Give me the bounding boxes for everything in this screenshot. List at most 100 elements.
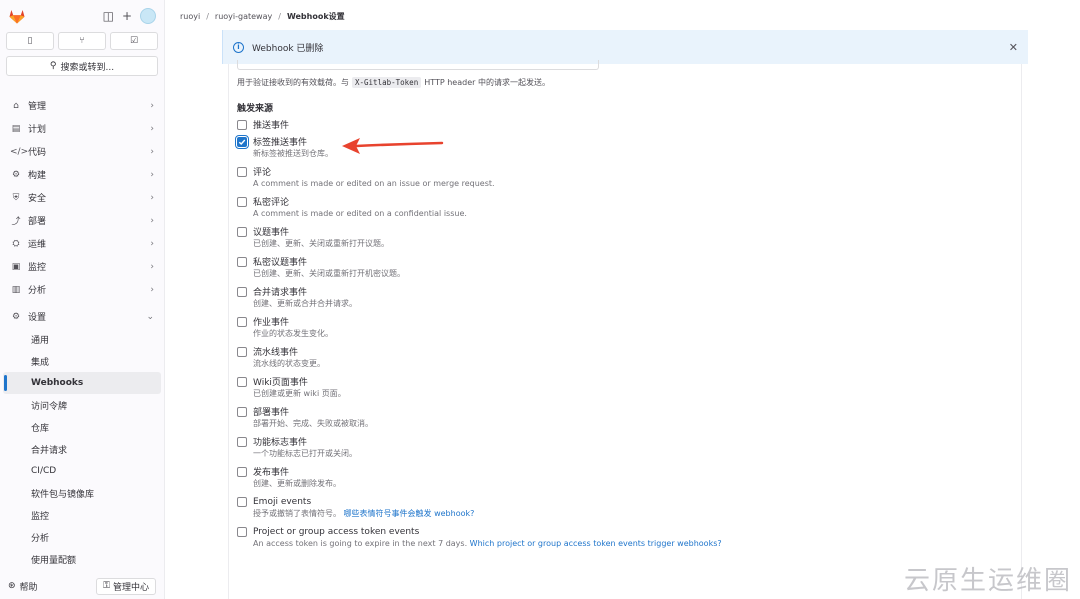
trigger-label[interactable]: Wiki页面事件 [253, 375, 308, 388]
trigger-description: 已创建、更新、关闭或重新打开议题。 [253, 238, 1021, 249]
trigger-option: 评论 A comment is made or edited on an issu… [237, 165, 1021, 189]
trigger-checkbox[interactable] [237, 436, 247, 447]
trigger-checkbox[interactable] [237, 196, 247, 207]
breadcrumb-item[interactable]: ruoyi [180, 12, 200, 21]
chevron-down-icon: ⌄ [146, 311, 154, 322]
sidebar-toggle-icon[interactable]: ◫ [103, 10, 114, 22]
trigger-help-link[interactable]: Which project or group access token even… [470, 539, 722, 548]
trigger-description: 已创建、更新、关闭或重新打开机密议题。 [253, 268, 1021, 279]
settings-subitem[interactable]: 监控 [3, 504, 161, 526]
trigger-option: 私密议题事件 已创建、更新、关闭或重新打开机密议题。 [237, 255, 1021, 279]
sidebar-item-settings[interactable]: ⚙ 设置 ⌄ [0, 305, 164, 328]
trigger-row: Wiki页面事件 [237, 375, 1021, 388]
sidebar-item[interactable]: ▥ 分析 › [0, 278, 164, 301]
secret-token-input[interactable] [237, 60, 599, 70]
todo-button[interactable]: ☑ [110, 32, 158, 50]
trigger-checkbox[interactable] [237, 166, 247, 177]
trigger-label[interactable]: Project or group access token events [253, 527, 419, 537]
trigger-label[interactable]: Emoji events [253, 497, 311, 507]
trigger-label[interactable]: 推送事件 [253, 118, 289, 131]
settings-subitem[interactable]: 合并请求 [3, 438, 161, 460]
trigger-list: 推送事件 标签推送事件 新标签被推送到仓库。 评论 A comment is made … [235, 118, 1021, 549]
settings-subitem[interactable]: 集成 [3, 350, 161, 372]
trigger-desc-text: An access token is going to expire in th… [253, 539, 468, 548]
settings-icon: ⚙ [11, 311, 21, 322]
todo-icon: ☑ [129, 36, 139, 46]
trigger-label[interactable]: 私密议题事件 [253, 255, 307, 268]
nav-icon: </> [10, 146, 29, 157]
settings-subitem[interactable]: Webhooks [3, 372, 161, 394]
settings-subitem[interactable]: 分析 [3, 526, 161, 548]
trigger-label[interactable]: 私密评论 [253, 195, 289, 208]
help-button[interactable]: ⊛ 帮助 [8, 580, 38, 593]
trigger-checkbox[interactable] [237, 256, 247, 267]
info-icon: i [233, 41, 244, 53]
sidebar-item[interactable]: ⌂ 管理 › [0, 94, 164, 117]
token-help-after: HTTP header 中的请求一起发送。 [424, 78, 550, 87]
trigger-label[interactable]: 流水线事件 [253, 345, 298, 358]
trigger-desc-text: A comment is made or edited on a confide… [253, 209, 467, 218]
trigger-description: A comment is made or edited on a confide… [253, 208, 1021, 219]
settings-subitem[interactable]: 使用量配额 [3, 548, 161, 570]
plus-icon[interactable]: + [122, 10, 132, 22]
trigger-row: 议题事件 [237, 225, 1021, 238]
trigger-checkbox[interactable] [237, 496, 247, 507]
sidebar-item[interactable]: </> 代码 › [0, 140, 164, 163]
settings-subitem[interactable]: 通用 [3, 328, 161, 350]
trigger-description: 授予或撤销了表情符号。 哪些表情符号事件会触发 webhook? [253, 508, 1021, 519]
trigger-checkbox[interactable] [237, 346, 247, 357]
trigger-option: Wiki页面事件 已创建或更新 wiki 页面。 [237, 375, 1021, 399]
trigger-desc-text: 授予或撤销了表情符号。 [253, 509, 341, 518]
chevron-right-icon: › [150, 169, 154, 180]
trigger-checkbox[interactable] [237, 286, 247, 297]
sidebar-item[interactable]: ▣ 监控 › [0, 255, 164, 278]
search-button[interactable]: ⚲ 搜索或转到... [6, 56, 158, 76]
trigger-option: 作业事件 作业的状态发生变化。 [237, 315, 1021, 339]
trigger-checkbox[interactable] [237, 226, 247, 237]
sidebar-item-label: 计划 [28, 125, 47, 135]
trigger-checkbox[interactable] [237, 119, 247, 130]
sidebar-item[interactable]: ⛨ 安全 › [0, 186, 164, 209]
issues-button[interactable]: ▯ [6, 32, 54, 50]
trigger-label[interactable]: 议题事件 [253, 225, 289, 238]
settings-subitem[interactable]: 访问令牌 [3, 394, 161, 416]
trigger-desc-text: 创建、更新或合并合并请求。 [253, 299, 357, 308]
trigger-checkbox[interactable] [237, 376, 247, 387]
search-icon: ⚲ [49, 61, 57, 71]
gitlab-logo-icon[interactable] [8, 7, 26, 25]
trigger-label[interactable]: 评论 [253, 165, 271, 178]
quick-actions: ▯ ⑂ ☑ [0, 32, 164, 50]
trigger-checkbox[interactable] [237, 316, 247, 327]
trigger-desc-text: 作业的状态发生变化。 [253, 329, 333, 338]
sidebar-item[interactable]: ⛭ 运维 › [0, 232, 164, 255]
trigger-checkbox[interactable] [237, 406, 247, 417]
admin-label: 管理中心 [112, 582, 149, 593]
breadcrumb-current[interactable]: Webhook设置 [287, 11, 345, 22]
trigger-checkbox[interactable] [237, 466, 247, 477]
admin-area-button[interactable]: ⚿ 管理中心 [96, 577, 156, 595]
breadcrumb-item[interactable]: ruoyi-gateway [215, 12, 272, 21]
close-icon[interactable]: ✕ [1009, 41, 1018, 54]
sidebar-item[interactable]: ⤴ 部署 › [0, 209, 164, 232]
trigger-desc-text: 一个功能标志已打开或关闭。 [253, 449, 357, 458]
merge-request-button[interactable]: ⑂ [58, 32, 106, 50]
trigger-checkbox[interactable] [237, 526, 247, 537]
sidebar-item[interactable]: ⚙ 构建 › [0, 163, 164, 186]
settings-subitem[interactable]: 软件包与镜像库 [3, 482, 161, 504]
avatar[interactable] [140, 8, 156, 24]
trigger-help-link[interactable]: 哪些表情符号事件会触发 webhook? [344, 509, 475, 518]
sidebar-item[interactable]: ▤ 计划 › [0, 117, 164, 140]
trigger-label[interactable]: 发布事件 [253, 465, 289, 478]
settings-subitem[interactable]: CI/CD [3, 460, 161, 482]
trigger-option: 合并请求事件 创建、更新或合并合并请求。 [237, 285, 1021, 309]
settings-subitem[interactable]: 仓库 [3, 416, 161, 438]
trigger-checkbox[interactable] [235, 134, 249, 149]
trigger-label[interactable]: 功能标志事件 [253, 435, 307, 448]
trigger-desc-text: 已创建、更新、关闭或重新打开机密议题。 [253, 269, 405, 278]
trigger-label[interactable]: 部署事件 [253, 405, 289, 418]
trigger-label[interactable]: 标签推送事件 [253, 135, 307, 148]
trigger-label[interactable]: 作业事件 [253, 315, 289, 328]
trigger-desc-text: 流水线的状态变更。 [253, 359, 325, 368]
trigger-label[interactable]: 合并请求事件 [253, 285, 307, 298]
trigger-row: 评论 [237, 165, 1021, 178]
